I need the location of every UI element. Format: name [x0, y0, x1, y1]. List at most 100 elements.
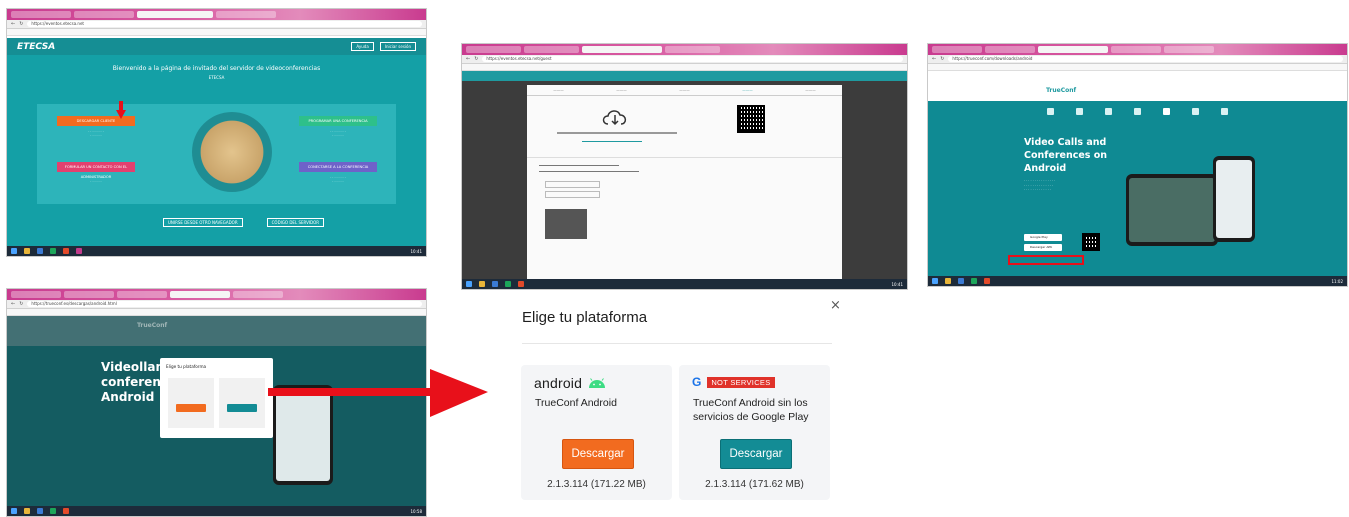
word-icon[interactable]	[492, 281, 498, 287]
browser-tab[interactable]	[466, 46, 521, 53]
linux-icon[interactable]	[1105, 108, 1112, 115]
back-arrow-icon[interactable]: ←	[932, 56, 936, 62]
browser-tab[interactable]	[1164, 46, 1214, 53]
page-nav	[462, 71, 907, 81]
reload-icon[interactable]: ↻	[19, 21, 23, 27]
folder-icon[interactable]	[479, 281, 485, 287]
browser-tab[interactable]	[117, 291, 167, 298]
reload-icon[interactable]: ↻	[19, 301, 23, 307]
tab[interactable]: ———	[742, 88, 753, 92]
tab[interactable]: ———	[679, 88, 690, 92]
option-box[interactable]	[545, 191, 600, 198]
back-arrow-icon[interactable]: ←	[11, 301, 15, 307]
browser-tab[interactable]	[64, 291, 114, 298]
reload-icon[interactable]: ↻	[940, 56, 944, 62]
screenshot-etecsa-guest-page: Página de invitado de TrueCon ← ↻ https:…	[6, 8, 427, 257]
word-icon[interactable]	[37, 508, 43, 514]
apple-icon[interactable]	[1076, 108, 1083, 115]
taskbar-clock: 10:41	[891, 281, 903, 287]
download-no-gms-button[interactable]: Descargar	[720, 439, 792, 469]
browser-tab[interactable]	[665, 46, 720, 53]
windows-icon[interactable]	[1047, 108, 1054, 115]
download-link[interactable]	[557, 132, 677, 134]
taskbar-clock: 10:58	[410, 508, 422, 514]
other-browser-button[interactable]: UNIRSE DESDE OTRO NAVEGADOR	[163, 218, 243, 227]
join-conference-card[interactable]: CONECTARSE A LA CONFERENCIA	[299, 162, 377, 172]
excel-icon[interactable]	[50, 508, 56, 514]
chrome-icon[interactable]	[63, 248, 69, 254]
mini-download-button[interactable]	[176, 404, 206, 412]
back-arrow-icon[interactable]: ←	[11, 21, 15, 27]
windows-start-icon[interactable]	[932, 278, 938, 284]
chrome-icon[interactable]	[984, 278, 990, 284]
chrome-icon[interactable]	[518, 281, 524, 287]
browser-tab[interactable]	[524, 46, 579, 53]
windows-start-icon[interactable]	[11, 508, 17, 514]
folder-icon[interactable]	[24, 508, 30, 514]
server-code-button[interactable]: CÓDIGO DEL SERVIDOR	[266, 218, 325, 227]
reload-icon[interactable]: ↻	[474, 56, 478, 62]
hero-line: Android	[1024, 163, 1067, 174]
word-icon[interactable]	[37, 248, 43, 254]
download-card: ——— ——— ——— ——— ———	[527, 85, 842, 285]
phone-icon[interactable]	[1134, 108, 1141, 115]
url-field[interactable]: https://trueconf.com/downloads/android	[948, 56, 1343, 62]
android-icon[interactable]	[1163, 108, 1170, 115]
tab[interactable]: ———	[805, 88, 816, 92]
browser-tab[interactable]	[932, 46, 982, 53]
browser-tabstrip: Página de invitado de TrueCon	[7, 9, 426, 27]
trueconf-logo[interactable]: TrueConf	[1046, 87, 1076, 94]
browser-tab[interactable]	[1111, 46, 1161, 53]
browser-tab-active[interactable]: Página de invitado de TrueCon	[137, 11, 213, 27]
windows-taskbar: 10:41	[462, 279, 907, 289]
tv-icon[interactable]	[1192, 108, 1199, 115]
browser-tab[interactable]	[11, 291, 61, 298]
chrome-icon[interactable]	[63, 508, 69, 514]
back-arrow-icon[interactable]: ←	[466, 56, 470, 62]
address-bar: ← ↻ https://trueconf.com/downloads/andro…	[928, 55, 1347, 64]
browser-icon[interactable]	[1221, 108, 1228, 115]
contact-admin-card[interactable]: FORMULAR UN CONTACTO CON EL ADMINISTRADO…	[57, 162, 135, 179]
excel-icon[interactable]	[50, 248, 56, 254]
excel-icon[interactable]	[971, 278, 977, 284]
tab[interactable]: ———	[553, 88, 564, 92]
mini-card-android	[168, 378, 214, 428]
word-icon[interactable]	[958, 278, 964, 284]
browser-tab-active[interactable]: Videoconferencias	[1038, 46, 1108, 62]
browser-tab-active[interactable]: Página de invitado de TrueConf	[582, 46, 662, 62]
help-button[interactable]: Ayuda	[351, 42, 374, 51]
browser-tab[interactable]	[233, 291, 283, 298]
schedule-conference-card[interactable]: PROGRAMAR UNA CONFERENCIA	[299, 116, 377, 126]
browser-tab[interactable]	[74, 11, 134, 18]
folder-icon[interactable]	[945, 278, 951, 284]
android-platform-card: android TrueConf Android Descargar 2.1.3…	[521, 365, 672, 500]
dialog-title: Elige tu plataforma	[522, 309, 648, 326]
version-info: 2.1.3.114 (171.22 MB)	[547, 479, 646, 490]
no-google-services-card: G NOT SERVICES TrueConf Android sin los …	[679, 365, 830, 500]
folder-icon[interactable]	[24, 248, 30, 254]
download-apk-button[interactable]: Descargar APK	[1024, 244, 1062, 251]
browser-tab[interactable]	[216, 11, 276, 18]
help-link[interactable]	[582, 141, 642, 142]
version-info: 2.1.3.114 (171.62 MB)	[705, 479, 804, 490]
windows-start-icon[interactable]	[466, 281, 472, 287]
url-field[interactable]: https://eventos.etecsa.net	[27, 21, 422, 27]
google-play-button[interactable]: Google Play	[1024, 234, 1062, 241]
download-android-button[interactable]: Descargar	[562, 439, 634, 469]
browser-tab[interactable]	[11, 11, 71, 18]
close-icon[interactable]: ×	[830, 299, 841, 313]
card-description: · · · · · · · · · · · · · ·	[330, 130, 346, 138]
windows-start-icon[interactable]	[11, 248, 17, 254]
option-box[interactable]	[545, 181, 600, 188]
excel-icon[interactable]	[505, 281, 511, 287]
tab[interactable]: ———	[616, 88, 627, 92]
browser-tab-active[interactable]	[170, 291, 230, 298]
mini-platform-dialog: Elige tu plataforma	[160, 358, 273, 438]
url-field[interactable]: https://eventos.etecsa.net/guest	[482, 56, 903, 62]
dropdown-menu[interactable]	[545, 209, 587, 239]
mini-download-button[interactable]	[227, 404, 257, 412]
url-field[interactable]: https://trueconf.es/descargas/android.ht…	[27, 301, 422, 307]
login-button[interactable]: Iniciar sesión	[379, 42, 416, 51]
app-icon[interactable]	[76, 248, 82, 254]
browser-tab[interactable]	[985, 46, 1035, 53]
